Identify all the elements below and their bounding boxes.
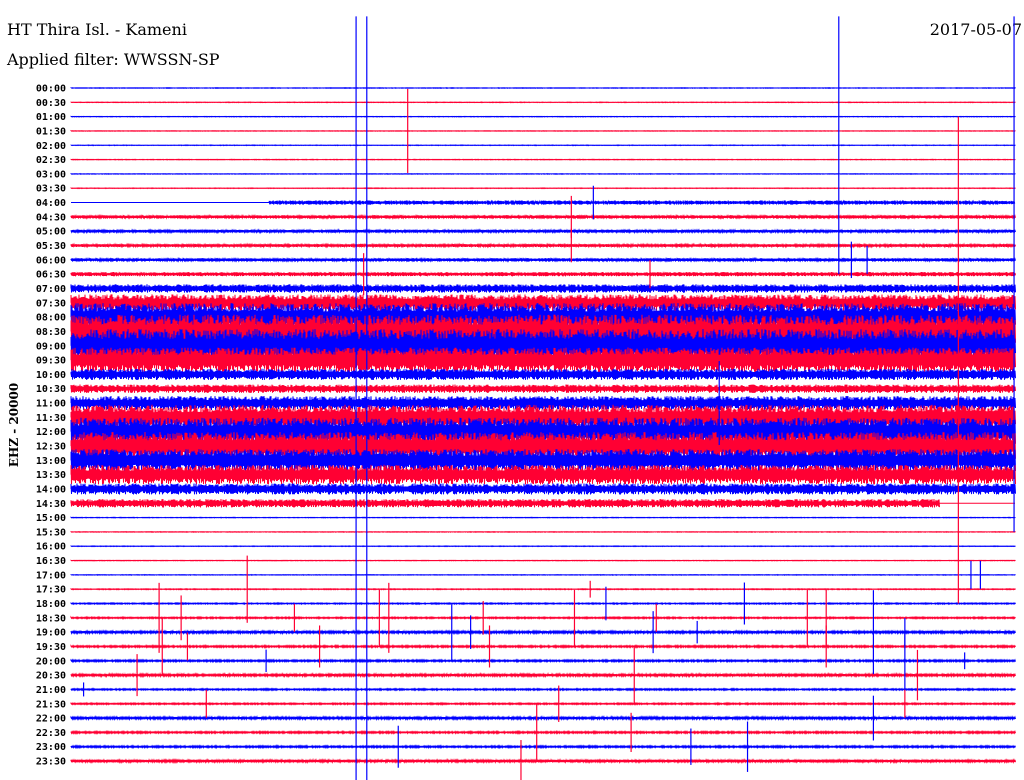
row-time-label: 08:00 xyxy=(36,313,66,324)
row-time-label: 10:00 xyxy=(36,370,66,381)
row-time-label: 01:00 xyxy=(36,112,66,123)
trace-1100 xyxy=(70,395,1016,411)
trace-1730 xyxy=(70,587,1016,591)
trace-0530 xyxy=(70,242,1016,249)
row-time-label: 15:00 xyxy=(36,513,66,524)
trace-0130 xyxy=(70,129,1016,132)
trace-2300 xyxy=(70,744,1016,750)
row-time-label: 03:00 xyxy=(36,169,66,180)
row-time-label: 02:00 xyxy=(36,141,66,152)
row-time-label: 23:30 xyxy=(36,757,66,768)
trace-2030 xyxy=(70,672,1016,679)
row-time-label: 16:00 xyxy=(36,542,66,553)
trace-0400 xyxy=(71,199,1016,206)
row-time-label: 17:00 xyxy=(36,570,66,581)
row-time-label: 03:30 xyxy=(36,184,66,195)
row-time-label: 22:00 xyxy=(36,714,66,725)
trace-1630 xyxy=(70,559,1016,562)
trace-0700 xyxy=(70,284,1016,293)
row-time-label: 09:00 xyxy=(36,341,66,352)
trace-2100 xyxy=(70,687,1016,692)
row-time-label: 02:30 xyxy=(36,155,66,166)
trace-1700 xyxy=(70,573,1016,576)
trace-1530 xyxy=(70,530,1016,533)
trace-0230 xyxy=(70,158,1016,161)
row-time-label: 19:30 xyxy=(36,642,66,653)
row-time-label: 06:30 xyxy=(36,270,66,281)
seismogram-plot: 00:00 00:30 01:00 01:30 02:00 02:30 03:00 03:30… xyxy=(36,16,1016,780)
row-time-label: 09:30 xyxy=(36,356,66,367)
row-time-label: 07:30 xyxy=(36,298,66,309)
trace-0100 xyxy=(70,115,1016,118)
row-time-label: 18:30 xyxy=(36,613,66,624)
row-time-label: 11:30 xyxy=(36,413,66,424)
row-time-label: 12:30 xyxy=(36,442,66,453)
trace-0000 xyxy=(70,86,1016,90)
row-time-label: 15:30 xyxy=(36,527,66,538)
trace-0430 xyxy=(70,213,1016,220)
trace-1030 xyxy=(70,384,1016,393)
trace-0500 xyxy=(70,228,1016,235)
row-time-label: 19:00 xyxy=(36,628,66,639)
trace-0630 xyxy=(70,271,1016,278)
trace-1500 xyxy=(70,516,1016,519)
row-time-label: 12:00 xyxy=(36,427,66,438)
row-time-label: 10:30 xyxy=(36,384,66,395)
trace-1430 xyxy=(70,499,1015,508)
row-time-label: 00:00 xyxy=(36,84,66,95)
row-time-label: 04:30 xyxy=(36,212,66,223)
row-time-label: 13:00 xyxy=(36,456,66,467)
row-time-label: 23:00 xyxy=(36,742,66,753)
row-time-label: 06:00 xyxy=(36,255,66,266)
row-time-label: 11:00 xyxy=(36,399,66,410)
row-time-label: 00:30 xyxy=(36,98,66,109)
row-time-label: 13:30 xyxy=(36,470,66,481)
row-time-label: 22:30 xyxy=(36,728,66,739)
row-time-label: 05:00 xyxy=(36,227,66,238)
trace-1400 xyxy=(70,483,1016,495)
row-time-label: 20:00 xyxy=(36,656,66,667)
row-time-label: 21:30 xyxy=(36,699,66,710)
row-time-label: 08:30 xyxy=(36,327,66,338)
trace-2330 xyxy=(70,757,1016,765)
row-time-label: 01:30 xyxy=(36,126,66,137)
row-time-label: 20:30 xyxy=(36,671,66,682)
row-time-label: 18:00 xyxy=(36,599,66,610)
row-time-label: 07:00 xyxy=(36,284,66,295)
trace-0030 xyxy=(70,101,1016,104)
row-time-label: 14:30 xyxy=(36,499,66,510)
trace-0300 xyxy=(70,172,1016,175)
row-time-label: 16:30 xyxy=(36,556,66,567)
trace-0330 xyxy=(70,187,1016,190)
row-time-label: 04:00 xyxy=(36,198,66,209)
row-time-label: 17:30 xyxy=(36,585,66,596)
trace-0200 xyxy=(70,144,1016,147)
trace-0600 xyxy=(70,256,1016,263)
row-time-label: 21:00 xyxy=(36,685,66,696)
row-time-label: 14:00 xyxy=(36,484,66,495)
trace-1000 xyxy=(70,368,1016,381)
trace-1600 xyxy=(70,545,1016,548)
row-time-label: 05:30 xyxy=(36,241,66,252)
